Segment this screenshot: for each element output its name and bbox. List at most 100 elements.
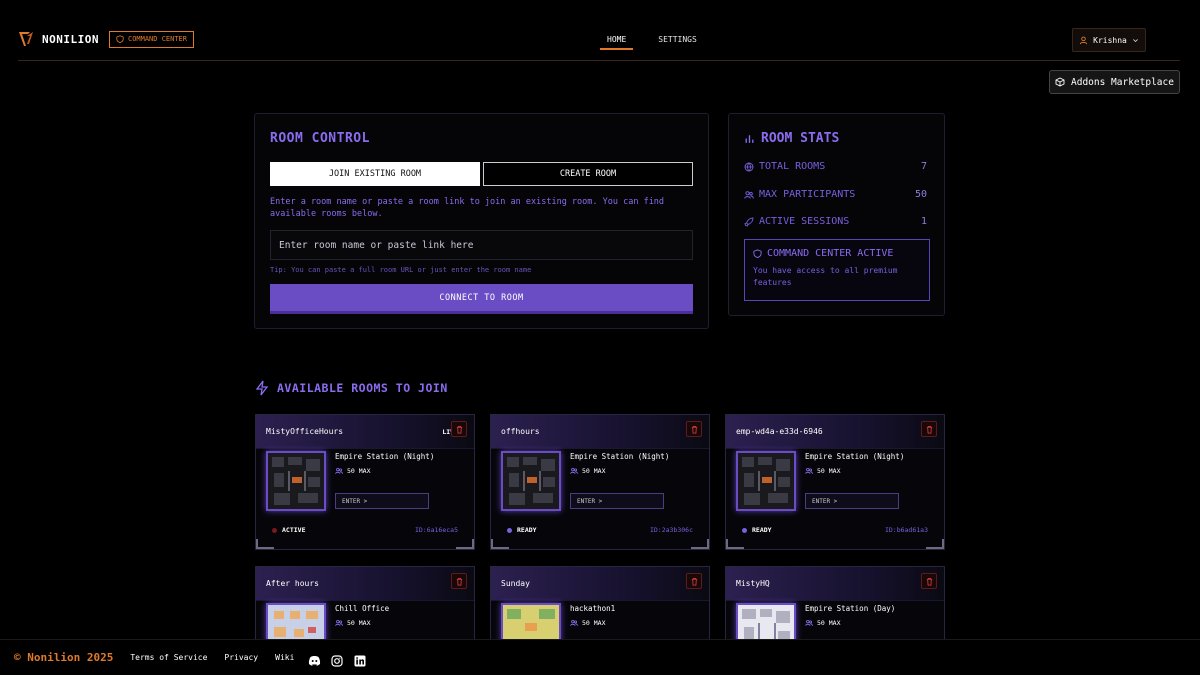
map-thumbnail: [266, 451, 326, 511]
capacity-text: 50 MAX: [347, 619, 371, 627]
copyright: © Nonilion 2025: [14, 651, 114, 664]
room-control-panel: ROOM CONTROL JOIN EXISTING ROOM CREATE R…: [254, 113, 709, 329]
room-capacity: 50 MAX: [570, 467, 605, 475]
room-id: ID:2a3b306c: [649, 526, 693, 534]
map-preview-image: [503, 453, 559, 509]
map-name: Empire Station (Day): [805, 604, 896, 613]
users-icon: [805, 619, 813, 626]
capacity-text: 50 MAX: [817, 619, 841, 627]
room-id: ID:b6ad61a3: [884, 526, 928, 534]
status-text: ACTIVE: [282, 526, 306, 534]
enter-room-button[interactable]: ENTER >: [335, 493, 429, 509]
delete-room-button[interactable]: [921, 421, 937, 437]
join-existing-room-tab[interactable]: JOIN EXISTING ROOM: [270, 162, 480, 186]
connect-to-room-button[interactable]: CONNECT TO ROOM: [270, 284, 693, 314]
linkedin-icon[interactable]: [354, 652, 366, 666]
footer-link-privacy[interactable]: Privacy: [224, 653, 258, 662]
user-icon: [1080, 36, 1088, 44]
room-name: Sunday: [501, 579, 530, 588]
trash-icon: [926, 425, 932, 434]
trash-icon: [926, 577, 932, 586]
instagram-icon[interactable]: [331, 652, 343, 667]
room-input-tip: Tip: You can paste a full room URL or ju…: [270, 266, 532, 274]
room-card[interactable]: MistyHQ Empire Station (Day) 50 MAX: [725, 566, 945, 663]
users-icon: [335, 467, 343, 474]
map-name: Empire Station (Night): [335, 452, 435, 461]
trash-icon: [456, 425, 462, 434]
shield-icon: [753, 249, 762, 258]
room-card[interactable]: After hours Chill Office 50 MAX: [255, 566, 475, 663]
nav-tab-settings[interactable]: SETTINGS: [651, 30, 704, 50]
capacity-text: 50 MAX: [817, 467, 841, 475]
room-name: emp-wd4a-e33d-6946: [736, 427, 823, 436]
enter-room-button[interactable]: ENTER >: [570, 493, 664, 509]
room-card-header: Sunday: [491, 567, 709, 601]
room-status: READY: [507, 526, 537, 534]
user-menu-button[interactable]: Krishna: [1072, 28, 1146, 52]
footer-link-terms[interactable]: Terms of Service: [130, 653, 207, 662]
delete-room-button[interactable]: [921, 573, 937, 589]
command-center-badge: COMMAND CENTER: [108, 30, 194, 48]
rocket-icon: [744, 217, 754, 227]
nav-tab-home[interactable]: HOME: [600, 30, 634, 50]
room-card[interactable]: Sunday hackathon1 50 MAX: [490, 566, 710, 663]
map-name: Empire Station (Night): [570, 452, 670, 461]
discord-icon[interactable]: [308, 652, 321, 666]
map-name: Empire Station (Night): [805, 452, 905, 461]
available-rooms-title: AVAILABLE ROOMS TO JOIN: [255, 380, 448, 396]
cc-title-text: COMMAND CENTER ACTIVE: [767, 248, 894, 259]
room-card-header: emp-wd4a-e33d-6946: [726, 415, 944, 449]
card-corner: [256, 539, 274, 549]
card-corner: [726, 539, 744, 549]
room-capacity: 50 MAX: [335, 619, 370, 627]
addons-marketplace-button[interactable]: Addons Marketplace: [1049, 70, 1180, 94]
create-room-tab[interactable]: CREATE ROOM: [483, 162, 693, 186]
stat-value: 1: [920, 216, 927, 227]
room-card-header: offhours: [491, 415, 709, 449]
status-text: READY: [517, 526, 537, 534]
globe-icon: [744, 162, 754, 172]
map-preview-image: [268, 453, 324, 509]
status-dot: [742, 527, 747, 533]
room-card-header: MistyHQ: [726, 567, 944, 601]
room-card[interactable]: MistyOfficeHours LIVE Empire Station (Ni…: [255, 414, 475, 550]
room-control-description: Enter a room name or paste a room link t…: [270, 197, 665, 219]
room-card[interactable]: emp-wd4a-e33d-6946 Empire Station (Night…: [725, 414, 945, 550]
brand[interactable]: NONILION COMMAND CENTER: [18, 30, 194, 48]
main-nav: HOME SETTINGS: [600, 30, 704, 50]
room-name: offhours: [501, 427, 540, 436]
delete-room-button[interactable]: [451, 573, 467, 589]
badge-label: COMMAND CENTER: [127, 35, 187, 43]
users-icon: [335, 619, 343, 626]
trash-icon: [691, 425, 697, 434]
capacity-text: 50 MAX: [582, 619, 606, 627]
marketplace-label: Addons Marketplace: [1071, 76, 1174, 88]
nonilion-logo-icon: [19, 32, 33, 46]
command-center-active-description: You have access to all premium features: [753, 266, 898, 287]
trash-icon: [691, 577, 697, 586]
users-icon: [744, 190, 754, 199]
card-corner: [491, 539, 509, 549]
map-preview-image: [738, 453, 794, 509]
shield-icon: [116, 35, 124, 43]
room-id: ID:6a16eca5: [414, 526, 458, 534]
room-capacity: 50 MAX: [570, 619, 605, 627]
user-name: Krishna: [1093, 35, 1127, 45]
footer-link-wiki[interactable]: Wiki: [275, 653, 294, 662]
delete-room-button[interactable]: [451, 421, 467, 437]
delete-room-button[interactable]: [686, 573, 702, 589]
status-dot: [272, 527, 277, 533]
room-capacity: 50 MAX: [805, 619, 840, 627]
stat-value: 7: [920, 161, 927, 172]
room-card[interactable]: offhours Empire Station (Night) 50 MAX E…: [490, 414, 710, 550]
stat-value: 50: [914, 189, 927, 200]
room-stats-title: ROOM STATS: [744, 131, 839, 146]
map-name: Chill Office: [335, 604, 390, 613]
room-status: ACTIVE: [272, 526, 305, 534]
enter-room-button[interactable]: ENTER >: [805, 493, 899, 509]
trash-icon: [456, 577, 462, 586]
room-name-input[interactable]: [270, 230, 693, 260]
card-corner: [456, 539, 474, 549]
delete-room-button[interactable]: [686, 421, 702, 437]
room-stats-panel: ROOM STATS TOTAL ROOMS 7 MAX PARTICIPANT…: [728, 113, 945, 316]
